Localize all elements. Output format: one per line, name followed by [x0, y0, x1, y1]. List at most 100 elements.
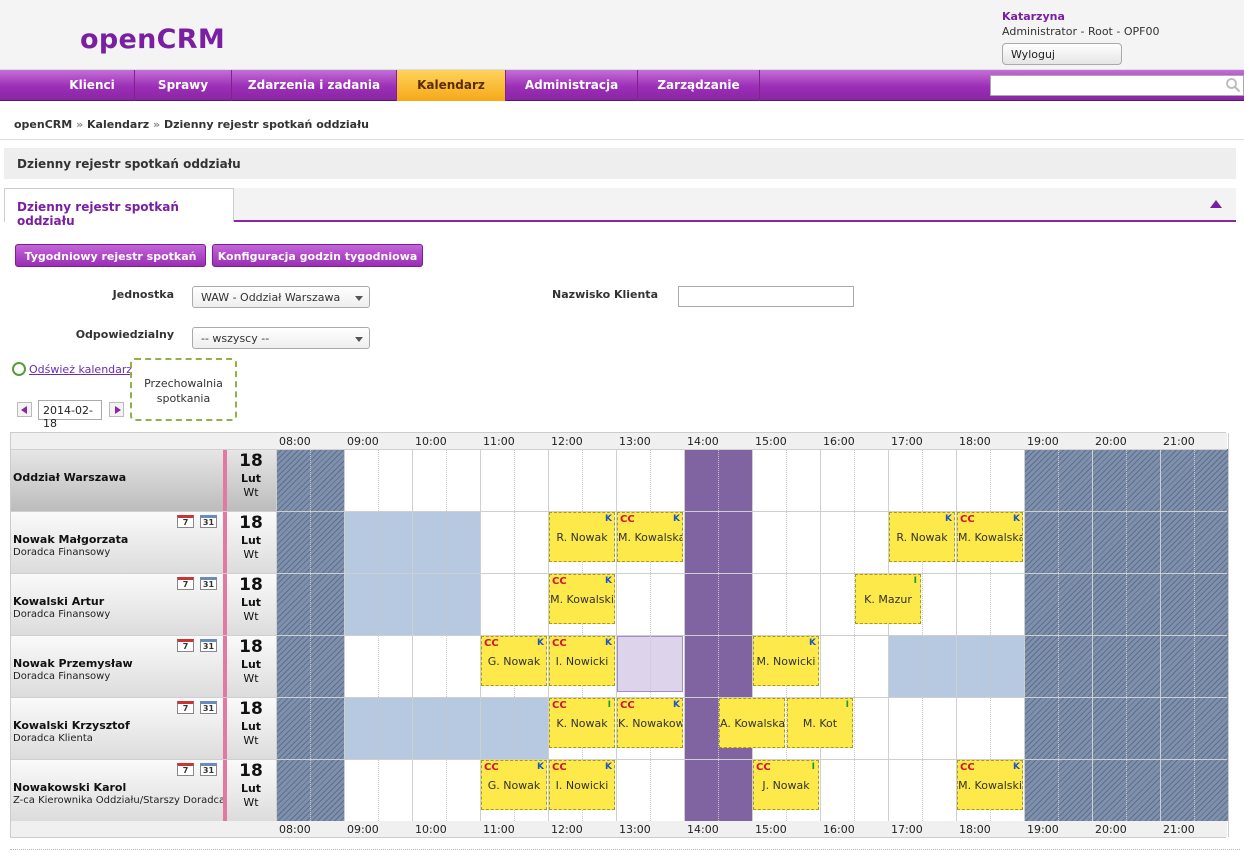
- user-name: Katarzyna: [1002, 10, 1065, 23]
- unit-select[interactable]: WAW - Oddział Warszawa: [192, 286, 370, 308]
- appointment-client: G. Nowak: [487, 655, 541, 668]
- appointment-block[interactable]: CC K G. Nowak: [481, 760, 547, 810]
- calendar-grid: 08:00 09:00 10:00 11:00 12:00 13:00 14:00 15:00…: [10, 432, 1229, 838]
- day-weekday: Wt: [243, 610, 259, 623]
- search-icon[interactable]: [1225, 77, 1241, 93]
- type-i-badge: I: [607, 700, 611, 710]
- calendar-month-icon[interactable]: 31: [200, 763, 217, 776]
- appointment-block[interactable]: K M. Nowicki: [753, 636, 819, 686]
- appointment-client: R. Nowak: [556, 531, 608, 544]
- collapse-up-icon[interactable]: [1210, 200, 1222, 208]
- appointment-block[interactable]: CC K M. Kowalska: [617, 512, 683, 562]
- nav-item-administracja[interactable]: Administracja: [506, 70, 638, 101]
- search-input[interactable]: [990, 75, 1244, 96]
- hour-label: 11:00: [483, 435, 515, 448]
- appointment-client: M. Kowalska: [618, 531, 682, 544]
- unit-label: Jednostka: [112, 288, 174, 301]
- appointment-client: I. Nowicki: [555, 655, 609, 668]
- prev-day-button[interactable]: [17, 402, 32, 417]
- breadcrumb-item-home[interactable]: openCRM: [14, 118, 72, 131]
- appointment-block[interactable]: K R. Nowak: [549, 512, 615, 562]
- nav-item-sprawy[interactable]: Sprawy: [135, 70, 232, 101]
- appointment-block[interactable]: CC K I. Nowicki: [549, 760, 615, 810]
- appointment-block[interactable]: CC I K. Nowak: [549, 698, 615, 748]
- hour-label: 14:00: [687, 435, 719, 448]
- tab-daily-register[interactable]: Dzienny rejestr spotkań oddziału: [4, 188, 234, 228]
- responsible-label: Odpowiedzialny: [75, 328, 174, 341]
- calendar-month-icon[interactable]: 31: [200, 701, 217, 714]
- logout-button[interactable]: Wyloguj: [1002, 43, 1122, 65]
- nav-item-klienci[interactable]: Klienci: [50, 70, 135, 101]
- hour-label: 08:00: [279, 823, 311, 836]
- day-month: Lut: [240, 596, 262, 609]
- main-nav: Klienci Sprawy Zdarzenia i zadania Kalen…: [0, 70, 1244, 101]
- type-i-badge: I: [845, 700, 849, 710]
- app-logo[interactable]: openCRM: [80, 24, 225, 55]
- chevron-down-icon: [355, 337, 363, 342]
- appointment-client: K. Nowakowa: [618, 717, 682, 730]
- next-day-button[interactable]: [109, 402, 124, 417]
- cc-badge: CC: [552, 762, 567, 773]
- appointment-block[interactable]: I K. Mazur: [855, 574, 921, 624]
- nav-item-kalendarz[interactable]: Kalendarz: [397, 70, 506, 101]
- calendar-day-icon[interactable]: 7: [177, 763, 194, 776]
- hour-label: 19:00: [1027, 435, 1059, 448]
- appointment-storage-dropzone[interactable]: Przechowalnia spotkania: [130, 358, 237, 421]
- appointment-block[interactable]: CC K G. Nowak: [481, 636, 547, 686]
- advisor-name: Nowak Przemysław: [13, 657, 133, 670]
- day-number: 18: [239, 699, 263, 719]
- calendar-month-icon[interactable]: 31: [200, 515, 217, 528]
- weekly-register-button[interactable]: Tygodniowy rejestr spotkań: [15, 244, 206, 267]
- breadcrumb-item-calendar[interactable]: Kalendarz: [87, 118, 149, 131]
- type-k-badge: K: [537, 762, 544, 772]
- type-k-badge: K: [1013, 762, 1020, 772]
- type-k-badge: K: [673, 700, 680, 710]
- appointment-block[interactable]: A. Kowalska: [719, 698, 785, 748]
- appointment-client: J. Nowak: [762, 779, 810, 792]
- responsible-select[interactable]: -- wszyscy --: [192, 327, 370, 349]
- appointment-client: K. Mazur: [864, 593, 912, 606]
- calendar-month-icon[interactable]: 31: [200, 639, 217, 652]
- user-box: Katarzyna Administrator - Root - OPF00 W…: [1002, 10, 1159, 65]
- hour-label: 10:00: [415, 435, 447, 448]
- branch-row-header: Oddział Warszawa 18 Lut Wt: [11, 450, 276, 511]
- hour-label: 13:00: [619, 823, 651, 836]
- day-month: Lut: [240, 782, 262, 795]
- calendar-month-icon[interactable]: 31: [200, 577, 217, 590]
- day-number: 18: [239, 575, 263, 595]
- cc-badge: CC: [756, 762, 771, 773]
- nav-item-zdarzenia[interactable]: Zdarzenia i zadania: [232, 70, 397, 101]
- refresh-calendar-label: Odśwież kalendarz: [29, 363, 133, 376]
- hour-label: 16:00: [823, 823, 855, 836]
- appointment-block[interactable]: CC K M. Kowalska: [957, 512, 1023, 562]
- hour-label: 09:00: [347, 823, 379, 836]
- calendar-day-icon[interactable]: 7: [177, 701, 194, 714]
- calendar-day-icon[interactable]: 7: [177, 515, 194, 528]
- day-weekday: Wt: [243, 672, 259, 685]
- appointment-block[interactable]: CC K I. Nowicki: [549, 636, 615, 686]
- appointment-block[interactable]: CC K M. Kowalski: [957, 760, 1023, 810]
- weekly-hours-config-button[interactable]: Konfiguracja godzin tygodniowa: [212, 244, 423, 267]
- refresh-icon: [12, 362, 26, 376]
- appointment-block[interactable]: CC K M. Kowalski: [549, 574, 615, 624]
- date-input[interactable]: 2014-02-18: [38, 400, 102, 430]
- nav-item-zarzadzanie[interactable]: Zarządzanie: [638, 70, 760, 101]
- appointment-block[interactable]: I M. Kot: [787, 698, 853, 748]
- advisor-name: Nowakowski Karol: [13, 781, 127, 794]
- appointment-block[interactable]: CC K K. Nowakowa: [617, 698, 683, 748]
- appointment-block[interactable]: K R. Nowak: [889, 512, 955, 562]
- hour-label: 17:00: [891, 435, 923, 448]
- calendar-day-icon[interactable]: 7: [177, 577, 194, 590]
- advisor-role: Doradca Finansowy: [13, 671, 111, 682]
- appointment-block[interactable]: CC I J. Nowak: [753, 760, 819, 810]
- appointment-client: M. Kowalski: [958, 779, 1022, 792]
- appointment-client: G. Nowak: [487, 779, 541, 792]
- refresh-calendar-link[interactable]: Odśwież kalendarz: [12, 362, 132, 376]
- day-number: 18: [239, 451, 263, 471]
- client-name-input[interactable]: [678, 286, 854, 307]
- calendar-day-icon[interactable]: 7: [177, 639, 194, 652]
- appointment-client: R. Nowak: [896, 531, 948, 544]
- breadcrumb-separator: »: [76, 118, 84, 131]
- responsible-select-value: -- wszyscy --: [201, 332, 270, 345]
- hour-label: 08:00: [279, 435, 311, 448]
